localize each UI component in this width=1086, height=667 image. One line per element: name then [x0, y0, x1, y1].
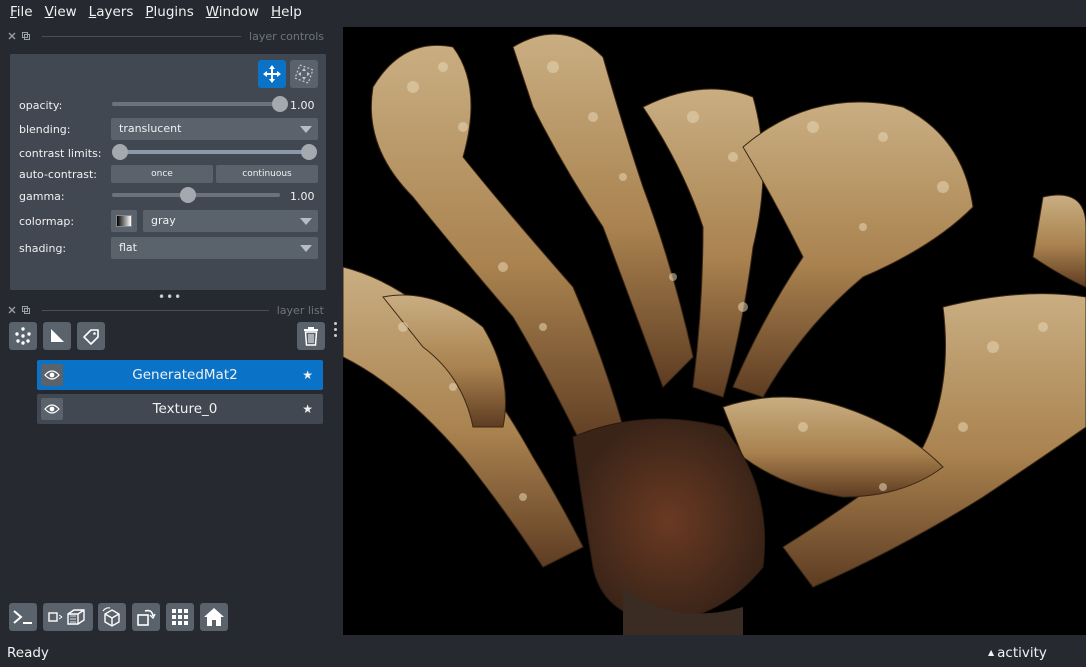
home-button[interactable] — [200, 603, 228, 631]
home-icon — [204, 608, 224, 626]
colormap-value: gray — [151, 214, 176, 227]
colormap-preview — [111, 210, 137, 232]
gamma-value: 1.00 — [290, 190, 315, 203]
layer-list-handle[interactable] — [333, 322, 339, 340]
points-icon — [15, 327, 31, 345]
header-divider — [42, 309, 269, 311]
opacity-value: 1.00 — [290, 99, 315, 112]
new-points-layer-button[interactable] — [9, 322, 37, 350]
dock-close-icon[interactable] — [8, 306, 16, 314]
roll-dimensions-button[interactable] — [98, 603, 126, 631]
grid-icon — [172, 609, 188, 625]
blending-value: translucent — [119, 122, 182, 135]
menu-view[interactable]: View — [39, 0, 83, 24]
activity-label: activity — [997, 645, 1047, 661]
gamma-slider[interactable] — [112, 193, 280, 197]
2d-3d-toggle-icon — [48, 609, 85, 625]
contrast-high-handle[interactable] — [301, 144, 317, 160]
layer-item-texture-0[interactable]: Texture_0 ★ — [37, 394, 323, 424]
dock-float-icon[interactable] — [22, 306, 30, 314]
menu-plugins[interactable]: Plugins — [139, 0, 199, 24]
transform-icon — [294, 64, 314, 84]
header-divider — [42, 35, 242, 37]
colormap-gradient — [116, 215, 132, 227]
coral-render-image — [343, 27, 1086, 635]
opacity-slider[interactable] — [112, 102, 280, 106]
opacity-label: opacity: — [19, 99, 63, 112]
layer-item-generatedmat2[interactable]: GeneratedMat2 ★ — [37, 360, 323, 390]
layer-name[interactable]: Texture_0 — [77, 394, 293, 424]
layer-name[interactable]: GeneratedMat2 — [77, 360, 293, 390]
auto-contrast-continuous-button[interactable]: continuous — [216, 165, 318, 183]
menu-window[interactable]: Window — [200, 0, 265, 24]
opacity-slider-handle[interactable] — [272, 96, 288, 112]
terminal-icon — [13, 610, 32, 624]
viewer-canvas[interactable] — [343, 27, 1086, 635]
shapes-icon — [51, 329, 64, 342]
shading-value: flat — [119, 241, 137, 254]
chevron-down-icon — [300, 126, 312, 133]
shading-select[interactable]: flat — [111, 237, 318, 259]
auto-contrast-label: auto-contrast: — [19, 168, 98, 181]
gamma-slider-handle[interactable] — [179, 187, 196, 203]
ndisplay-button[interactable] — [43, 603, 93, 631]
gamma-label: gamma: — [19, 190, 65, 203]
layer-controls-title: layer controls — [249, 29, 324, 43]
chevron-down-icon — [300, 245, 312, 252]
trash-icon — [304, 327, 318, 346]
cube-icon — [102, 607, 120, 627]
colormap-label: colormap: — [19, 215, 75, 228]
eye-icon — [44, 404, 60, 414]
colormap-select[interactable]: gray — [143, 210, 318, 232]
auto-contrast-once-button[interactable]: once — [111, 165, 213, 183]
grid-view-button[interactable] — [166, 603, 194, 631]
layer-list-title: layer list — [276, 303, 324, 317]
status-message: Ready — [7, 645, 49, 661]
eye-icon — [44, 370, 60, 380]
visibility-toggle[interactable] — [41, 398, 63, 420]
tag-icon — [83, 329, 99, 345]
chevron-down-icon — [300, 218, 312, 225]
new-shapes-layer-button[interactable] — [43, 322, 71, 350]
shading-label: shading: — [19, 242, 67, 255]
contrast-limits-slider[interactable] — [120, 150, 309, 154]
pan-zoom-button[interactable] — [258, 60, 286, 88]
blending-select[interactable]: translucent — [111, 118, 318, 140]
menu-layers[interactable]: Layers — [83, 0, 140, 24]
dock-close-icon[interactable] — [8, 32, 16, 40]
star-icon: ★ — [302, 402, 313, 416]
menu-help[interactable]: Help — [265, 0, 308, 24]
transform-button[interactable] — [290, 60, 318, 88]
star-icon: ★ — [302, 368, 313, 382]
rotate-icon — [137, 609, 156, 626]
visibility-toggle[interactable] — [41, 364, 63, 386]
layer-controls-header: layer controls — [8, 28, 324, 44]
contrast-low-handle[interactable] — [112, 144, 128, 160]
activity-toggle[interactable]: ▲ activity — [988, 645, 1047, 661]
layer-controls-panel: opacity: 1.00 blending: translucent cont… — [10, 54, 326, 290]
console-button[interactable] — [9, 603, 37, 631]
transpose-button[interactable] — [132, 603, 160, 631]
dock-float-icon[interactable] — [22, 32, 30, 40]
new-labels-layer-button[interactable] — [77, 322, 105, 350]
triangle-up-icon: ▲ — [988, 648, 995, 657]
blending-label: blending: — [19, 123, 71, 136]
menu-bar: File View Layers Plugins Window Help — [0, 0, 1086, 24]
layer-list-header: layer list — [8, 302, 324, 318]
contrast-limits-label: contrast limits: — [19, 147, 102, 160]
delete-layer-button[interactable] — [297, 322, 325, 350]
menu-file[interactable]: File — [4, 0, 39, 24]
move-arrows-icon — [263, 65, 281, 83]
